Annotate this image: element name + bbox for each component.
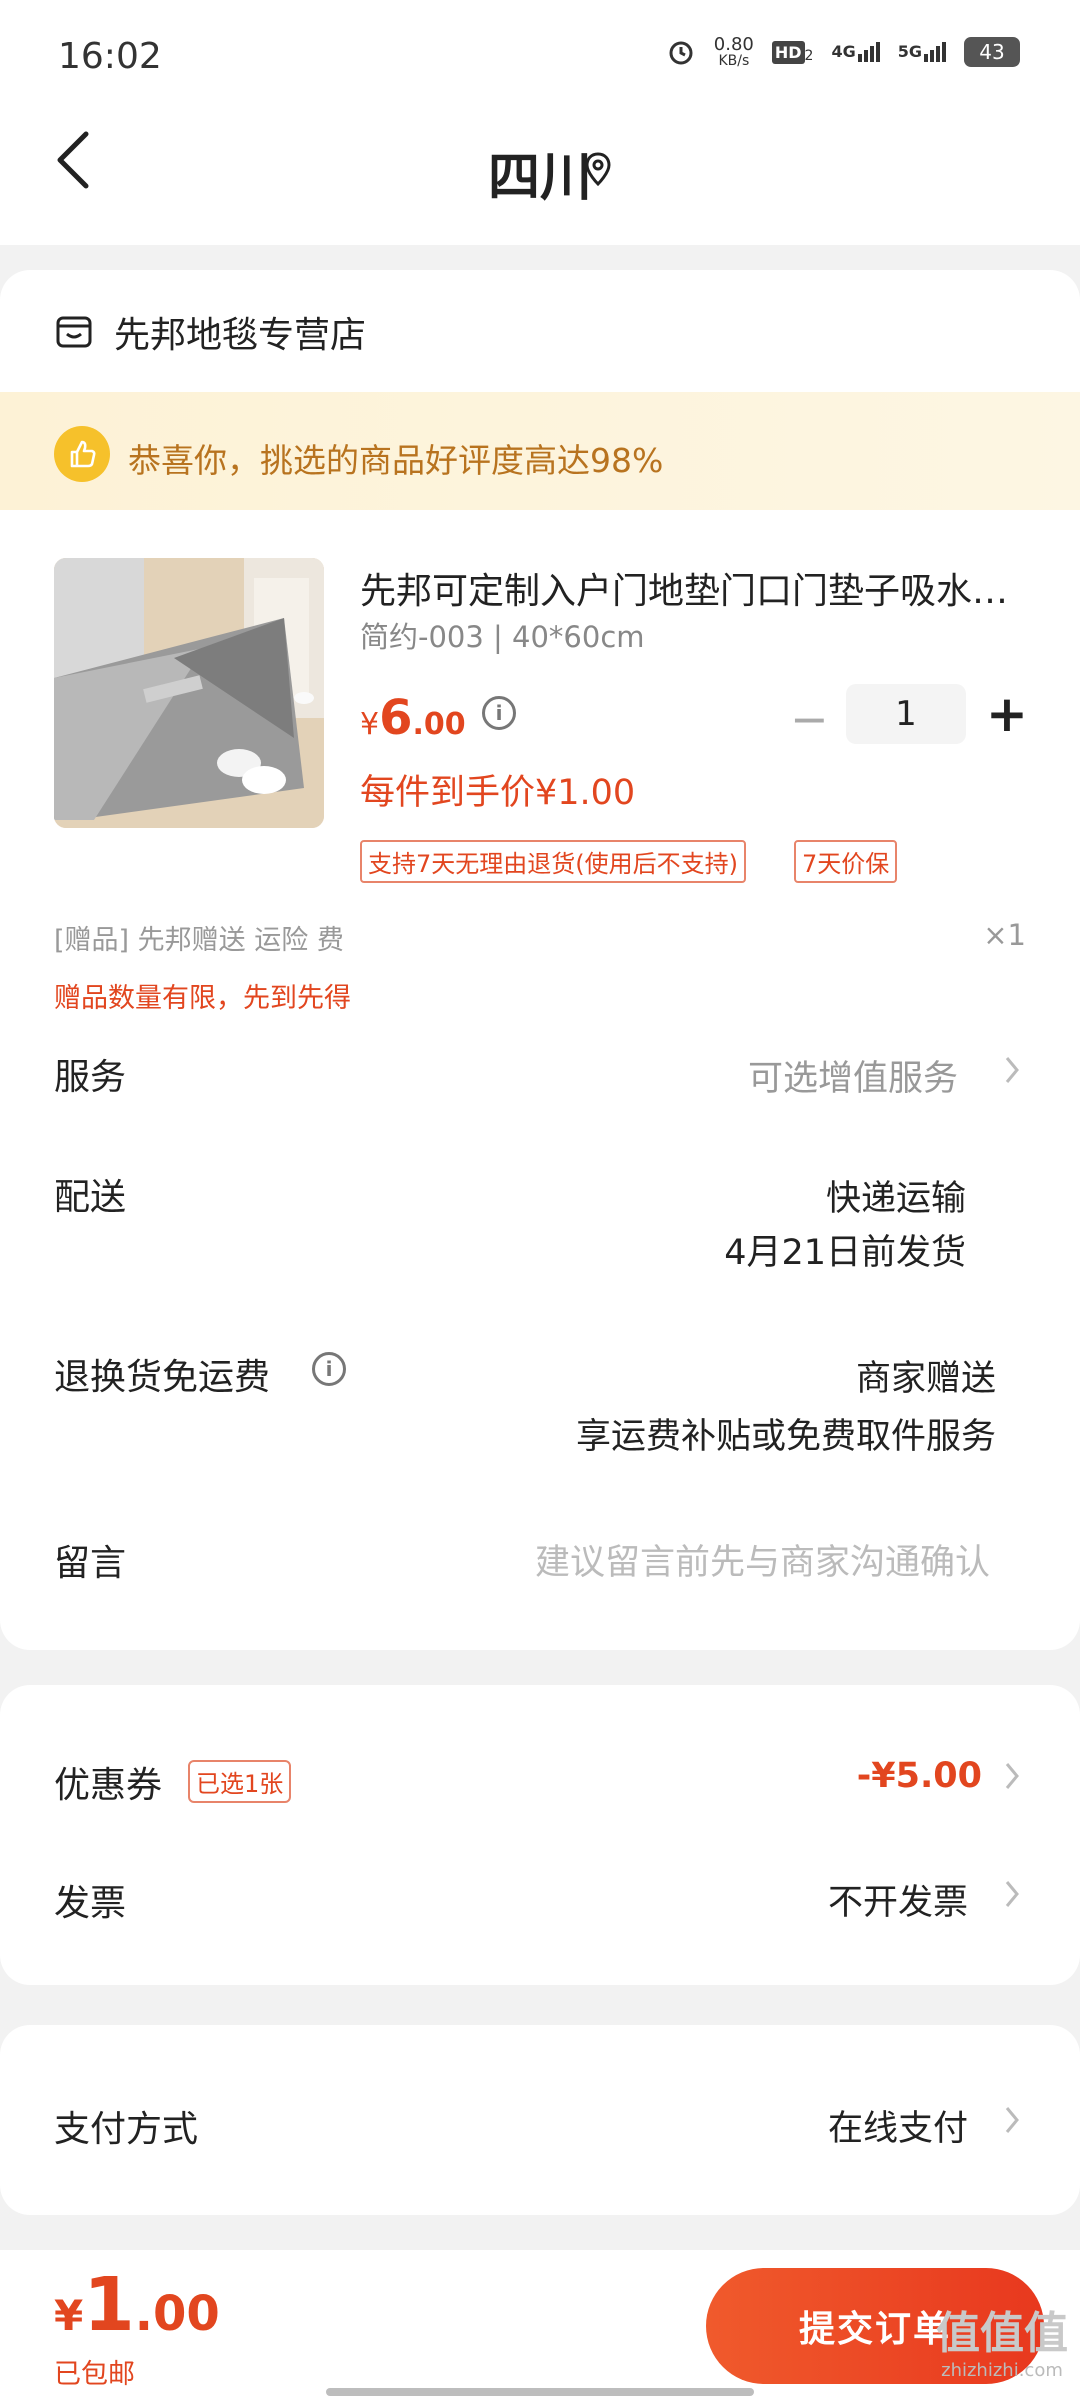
net-speed-unit: KB/s [718, 53, 750, 69]
unit-price: 每件到手价¥1.00 [360, 773, 636, 813]
price-dec: .00 [412, 707, 466, 742]
payment-value[interactable]: 在线支付 [828, 2100, 968, 2151]
total-currency: ¥ [54, 2291, 84, 2340]
total-price: ¥1.00 [54, 2262, 220, 2348]
product-price: ¥6.00 [360, 690, 466, 746]
return-policy-tag: 支持7天无理由退货(使用后不支持) [360, 840, 746, 883]
product-image[interactable] [54, 558, 324, 828]
return-info-icon[interactable]: i [312, 1352, 346, 1386]
product-spec[interactable]: 简约-003 | 40*60cm [360, 614, 645, 656]
gift-label: [赠品] 先邦赠送 运险 费 [54, 925, 344, 956]
hd-icon: HD 2 [771, 40, 814, 64]
location-pin-icon[interactable] [584, 152, 612, 186]
service-value[interactable]: 可选增值服务 [748, 1050, 958, 1101]
quantity-plus-button[interactable]: + [986, 685, 1028, 743]
store-row[interactable]: 先邦地毯专营店 [54, 306, 366, 358]
store-icon [56, 316, 92, 348]
gift-note: 赠品数量有限，先到先得 [54, 983, 351, 1014]
doormat-image [54, 558, 324, 828]
message-input[interactable]: 建议留言前先与商家沟通确认 [535, 1534, 990, 1585]
watermark: 值值值 zhizhizhi.com [936, 2312, 1068, 2380]
signal-5g-label: 5G [897, 42, 922, 61]
delivery-date: 4月21日前发货 [724, 1233, 966, 1273]
watermark-logo: 值值值 [936, 2308, 1068, 2359]
page-title[interactable]: 四川 [0, 135, 1080, 210]
free-shipping-label: 已包邮 [54, 2359, 135, 2390]
payment-chevron-icon[interactable] [1004, 2104, 1020, 2144]
thumbs-up-icon [54, 426, 110, 482]
watermark-url: zhizhizhi.com [941, 2360, 1063, 2381]
discount-card [0, 1685, 1080, 1985]
price-int: 6 [379, 690, 413, 746]
return-shipping-label: 退换货免运费 [54, 1357, 271, 1398]
quantity-minus-button[interactable]: − [790, 692, 829, 746]
status-time: 16:02 [58, 36, 162, 77]
coupon-value[interactable]: -¥5.00 [857, 1756, 982, 1796]
payment-label: 支付方式 [54, 2109, 199, 2150]
invoice-label: 发票 [54, 1883, 127, 1924]
signal-4g-icon: 4G [831, 42, 880, 62]
signal-5g-icon: 5G [898, 42, 946, 62]
service-label: 服务 [54, 1057, 127, 1098]
coupon-label: 优惠券 [54, 1765, 163, 1806]
product-title[interactable]: 先邦可定制入户门地垫门口门垫子吸水地毯 [360, 562, 1025, 614]
price-info-icon[interactable]: i [482, 696, 516, 730]
invoice-chevron-icon[interactable] [1004, 1878, 1020, 1918]
delivery-method: 快递运输 [825, 1179, 966, 1219]
service-chevron-icon[interactable] [1004, 1054, 1020, 1094]
coupon-selected-tag: 已选1张 [188, 1760, 292, 1803]
status-icons: 0.80 KB/s HD 2 4G 5G 43 [666, 36, 1020, 68]
alarm-icon [669, 41, 693, 65]
net-speed: 0.80 KB/s [713, 34, 754, 69]
price-protect-tag: 7天价保 [794, 840, 898, 883]
delivery-label: 配送 [54, 1177, 127, 1218]
store-name: 先邦地毯专营店 [114, 315, 367, 356]
invoice-value[interactable]: 不开发票 [828, 1874, 968, 1925]
total-int: 1 [83, 2262, 135, 2348]
net-speed-value: 0.80 [713, 34, 754, 55]
message-label: 留言 [54, 1543, 127, 1584]
battery-icon: 43 [964, 37, 1020, 67]
rating-banner-text: 恭喜你，挑选的商品好评度高达98% [128, 441, 664, 480]
total-dec: .00 [134, 2286, 220, 2342]
gift-qty: ×1 [983, 918, 1026, 952]
coupon-chevron-icon[interactable] [1004, 1760, 1020, 1800]
hd-sub: 2 [804, 47, 814, 64]
signal-4g-label: 4G [831, 42, 856, 61]
quantity-input[interactable]: 1 [846, 684, 966, 744]
hd-label: HD [771, 40, 805, 64]
price-currency: ¥ [360, 707, 380, 742]
home-indicator[interactable] [326, 2388, 754, 2396]
return-shipping-desc: 享运费补贴或免费取件服务 [575, 1417, 996, 1457]
return-shipping-value: 商家赠送 [855, 1359, 996, 1399]
